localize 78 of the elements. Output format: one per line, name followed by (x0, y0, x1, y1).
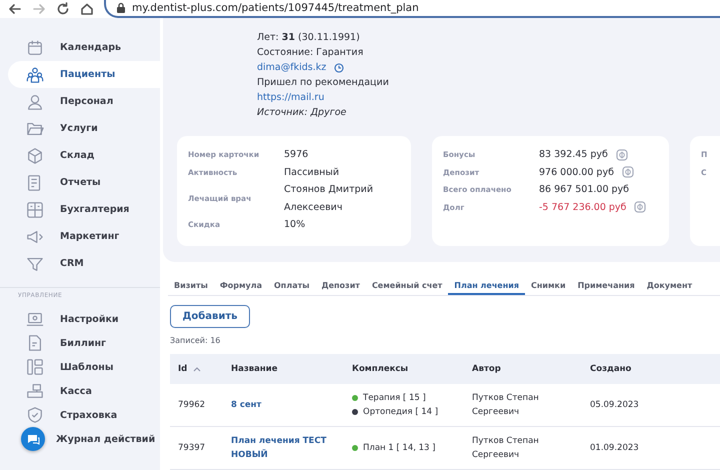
table-cell: 79397 (170, 427, 223, 470)
complex-label: Терапия [ 15 ] (363, 392, 426, 405)
records-count: Записей: 16 (170, 336, 220, 345)
table-cell: 05.09.2023 (582, 384, 720, 427)
clock-icon[interactable] (334, 62, 344, 72)
complex-label: Ортопедия [ 14 ] (363, 406, 438, 419)
patient-info-text: Состояние: Гарантия (257, 46, 364, 60)
url-text: my.dentist-plus.com/patients/1097445/treatment_plan (132, 2, 419, 14)
sidebar-item[interactable]: Склад (8, 142, 160, 169)
reload-icon[interactable] (56, 2, 70, 16)
plan-name-link[interactable]: План лечения ТЕСТ НОВЫЙ (231, 434, 344, 462)
sidebar-item[interactable]: Бухгалтерия (8, 196, 160, 223)
home-icon[interactable] (80, 2, 94, 16)
box-icon (26, 146, 44, 164)
lock-icon (116, 2, 126, 14)
field-value: Пассивный (284, 166, 340, 180)
sidebar-item[interactable]: Календарь (8, 34, 160, 61)
sidebar-item[interactable]: Отчеты (8, 169, 160, 196)
sidebar-item[interactable]: Настройки (8, 307, 160, 331)
sidebar-item[interactable]: Услуги (8, 115, 160, 142)
tab[interactable]: План лечения (448, 274, 526, 295)
tab[interactable]: Формула (214, 274, 268, 295)
add-button[interactable]: Добавить (170, 305, 250, 328)
sidebar-item[interactable]: CRM (8, 250, 160, 277)
tab[interactable]: Депозит (315, 274, 366, 295)
coin-icon[interactable] (616, 148, 628, 161)
field-value: -5 767 236.00 руб (539, 200, 626, 214)
field-value: 976 000.00 руб (539, 166, 614, 180)
coin-icon[interactable] (622, 166, 634, 178)
column-header[interactable]: Комплексы (344, 354, 464, 384)
column-header[interactable]: Название (223, 354, 344, 384)
sidebar-item[interactable]: Биллинг (8, 331, 160, 355)
document-icon (26, 334, 44, 352)
tab[interactable]: Документ (640, 274, 698, 295)
field-value: 5976 (284, 148, 308, 162)
table-cell: 01.09.2023 (582, 427, 720, 470)
person-icon (26, 92, 44, 110)
register-icon (26, 382, 44, 400)
monitor-icon (26, 310, 44, 328)
sidebar-item[interactable]: Касса (8, 379, 160, 403)
back-icon[interactable] (8, 2, 22, 16)
field-value: 86 967 501.00 руб (539, 183, 630, 197)
field-value: 10% (284, 218, 306, 232)
column-header[interactable]: Автор (464, 354, 582, 384)
sort-icon[interactable] (193, 366, 202, 372)
tab[interactable]: Оплаты (268, 274, 316, 295)
layout-icon (26, 358, 44, 376)
coin-icon[interactable] (634, 201, 646, 214)
tab[interactable]: Примечания (572, 274, 641, 295)
source-text: Источник: Другое (257, 106, 348, 120)
plan-name-link[interactable]: 8 сент (231, 398, 344, 412)
field-value: Стоянов Дмитрий Алексеевич (284, 183, 374, 214)
tab[interactable]: Визиты (168, 274, 214, 295)
column-header[interactable]: Создано (582, 354, 720, 384)
sidebar-item[interactable]: Журнал действий (8, 427, 160, 451)
column-header[interactable]: Id (170, 354, 223, 384)
email-link[interactable]: dima@fkids.kz (257, 60, 326, 75)
grid-icon (26, 200, 44, 218)
shield-icon (26, 406, 44, 424)
complex-label: План 1 [ 14, 13 ] (363, 442, 436, 455)
sidebar-item[interactable]: Шаблоны (8, 355, 160, 379)
people-icon (26, 66, 44, 84)
calendar-icon (26, 38, 44, 56)
sidebar-item[interactable]: Страховка (8, 403, 160, 427)
field-value: 83 392.45 руб (539, 148, 608, 162)
sidebar-item[interactable]: Персонал (8, 88, 160, 115)
chat-button[interactable] (21, 427, 45, 451)
sidebar-item[interactable]: Маркетинг (8, 223, 160, 250)
tab[interactable]: Семейный счет (366, 274, 448, 295)
table-cell: Путков Степан Сергеевич (464, 427, 582, 470)
table-cell: Путков Степан Сергеевич (464, 384, 582, 427)
patient-info-text: Пришел по рекомендации (257, 76, 390, 90)
table-cell: 79962 (170, 384, 223, 427)
tab[interactable]: Снимки (525, 274, 572, 295)
chat-icon (26, 434, 40, 444)
patient-info-text: Лет: 31 (30.11.1991) (257, 31, 361, 45)
website-link[interactable]: https://mail.ru (257, 90, 720, 105)
sidebar-item[interactable]: Пациенты (8, 61, 160, 88)
